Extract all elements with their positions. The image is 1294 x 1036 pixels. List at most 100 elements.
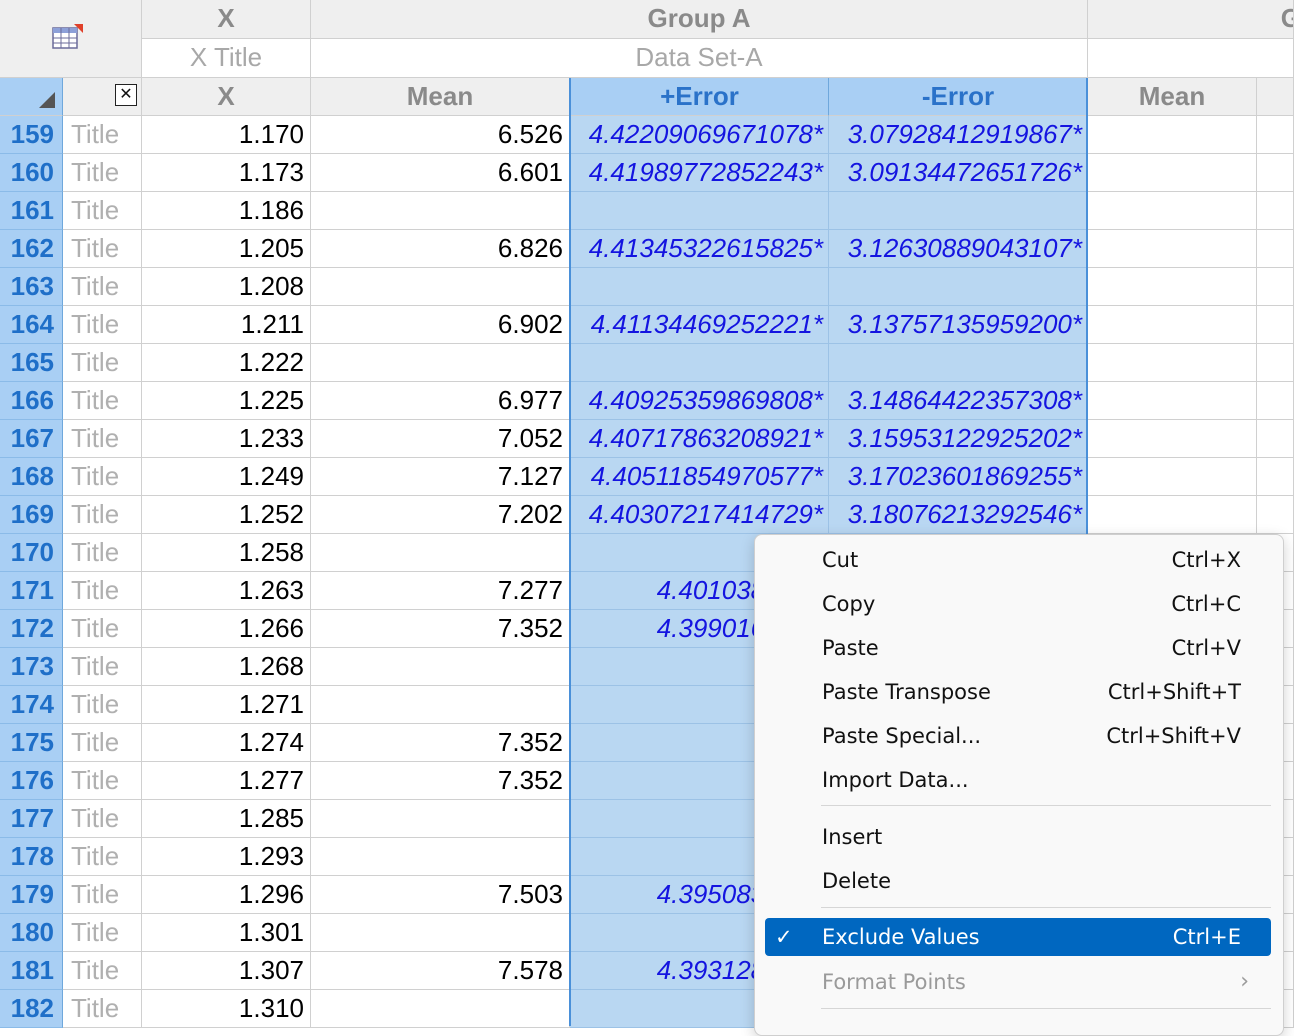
row-title[interactable]: Title bbox=[63, 800, 142, 838]
mean-value-cell[interactable] bbox=[311, 192, 570, 230]
minus-error-column-header[interactable]: -Error bbox=[829, 78, 1088, 116]
plus-error-cell[interactable] bbox=[570, 344, 829, 382]
title-column-header[interactable]: ✕ bbox=[63, 78, 142, 116]
row-number[interactable]: 172 bbox=[0, 610, 63, 648]
row-number[interactable]: 182 bbox=[0, 990, 63, 1028]
row-number[interactable]: 166 bbox=[0, 382, 63, 420]
row-number[interactable]: 165 bbox=[0, 344, 63, 382]
menu-item-copy[interactable]: Copy Ctrl+C bbox=[765, 584, 1271, 624]
row-title[interactable]: Title bbox=[63, 458, 142, 496]
x-value-cell[interactable]: 1.296 bbox=[142, 876, 311, 914]
next-group-header[interactable]: G bbox=[1088, 0, 1294, 39]
row-number[interactable]: 175 bbox=[0, 724, 63, 762]
x-value-cell[interactable]: 1.173 bbox=[142, 154, 311, 192]
plus-error-cell[interactable]: 4.40307217414729* bbox=[570, 496, 829, 534]
plus-error-cell[interactable]: 4.42209069671078* bbox=[570, 116, 829, 154]
mean-value-cell[interactable] bbox=[311, 914, 570, 952]
x-value-cell[interactable]: 1.208 bbox=[142, 268, 311, 306]
next-cell[interactable] bbox=[1257, 420, 1294, 458]
row-title[interactable]: Title bbox=[63, 648, 142, 686]
plus-error-cell[interactable]: 4.40717863208921* bbox=[570, 420, 829, 458]
minus-error-cell[interactable]: 3.12630889043107* bbox=[829, 230, 1088, 268]
x-value-cell[interactable]: 1.301 bbox=[142, 914, 311, 952]
menu-item-import-data[interactable]: Import Data... bbox=[765, 760, 1271, 800]
minus-error-cell[interactable] bbox=[829, 344, 1088, 382]
row-number[interactable]: 164 bbox=[0, 306, 63, 344]
next-mean-cell[interactable] bbox=[1088, 306, 1257, 344]
plus-error-cell[interactable] bbox=[570, 268, 829, 306]
minus-error-cell[interactable]: 3.14864422357308* bbox=[829, 382, 1088, 420]
mean-value-cell[interactable] bbox=[311, 838, 570, 876]
x-value-cell[interactable]: 1.252 bbox=[142, 496, 311, 534]
row-title[interactable]: Title bbox=[63, 686, 142, 724]
x-column-header[interactable]: X bbox=[142, 78, 311, 116]
x-value-cell[interactable]: 1.266 bbox=[142, 610, 311, 648]
x-value-cell[interactable]: 1.274 bbox=[142, 724, 311, 762]
group-a-subtitle[interactable]: Data Set-A bbox=[311, 39, 1088, 78]
row-number[interactable]: 178 bbox=[0, 838, 63, 876]
row-number[interactable]: 176 bbox=[0, 762, 63, 800]
next-mean-cell[interactable] bbox=[1088, 116, 1257, 154]
next-mean-cell[interactable] bbox=[1088, 192, 1257, 230]
next-cell[interactable] bbox=[1257, 496, 1294, 534]
x-value-cell[interactable]: 1.258 bbox=[142, 534, 311, 572]
x-value-cell[interactable]: 1.293 bbox=[142, 838, 311, 876]
minus-error-cell[interactable]: 3.09134472651726* bbox=[829, 154, 1088, 192]
next-cell[interactable] bbox=[1257, 382, 1294, 420]
row-number[interactable]: 173 bbox=[0, 648, 63, 686]
mean-value-cell[interactable]: 6.601 bbox=[311, 154, 570, 192]
x-value-cell[interactable]: 1.249 bbox=[142, 458, 311, 496]
row-number[interactable]: 169 bbox=[0, 496, 63, 534]
table-corner[interactable] bbox=[0, 0, 142, 78]
mean-value-cell[interactable] bbox=[311, 268, 570, 306]
row-number[interactable]: 161 bbox=[0, 192, 63, 230]
row-title[interactable]: Title bbox=[63, 306, 142, 344]
mean-value-cell[interactable]: 7.127 bbox=[311, 458, 570, 496]
row-number[interactable]: 177 bbox=[0, 800, 63, 838]
plus-error-column-header[interactable]: +Error bbox=[570, 78, 829, 116]
row-title[interactable]: Title bbox=[63, 534, 142, 572]
row-number[interactable]: 159 bbox=[0, 116, 63, 154]
minus-error-cell[interactable]: 3.07928412919867* bbox=[829, 116, 1088, 154]
row-number[interactable]: 168 bbox=[0, 458, 63, 496]
row-number[interactable]: 180 bbox=[0, 914, 63, 952]
x-value-cell[interactable]: 1.271 bbox=[142, 686, 311, 724]
mean-value-cell[interactable]: 7.277 bbox=[311, 572, 570, 610]
mean-value-cell[interactable] bbox=[311, 344, 570, 382]
minus-error-cell[interactable]: 3.15953122925202* bbox=[829, 420, 1088, 458]
mean-value-cell[interactable]: 6.826 bbox=[311, 230, 570, 268]
x-value-cell[interactable]: 1.268 bbox=[142, 648, 311, 686]
next-cell[interactable] bbox=[1257, 344, 1294, 382]
minus-error-cell[interactable] bbox=[829, 192, 1088, 230]
next-cell[interactable] bbox=[1257, 192, 1294, 230]
x-value-cell[interactable]: 1.233 bbox=[142, 420, 311, 458]
row-title[interactable]: Title bbox=[63, 952, 142, 990]
row-title[interactable]: Title bbox=[63, 914, 142, 952]
menu-item-exclude-values[interactable]: ✓ Exclude Values Ctrl+E bbox=[765, 918, 1271, 956]
row-title[interactable]: Title bbox=[63, 762, 142, 800]
mean-value-cell[interactable]: 7.352 bbox=[311, 762, 570, 800]
next-mean-cell[interactable] bbox=[1088, 382, 1257, 420]
row-number[interactable]: 170 bbox=[0, 534, 63, 572]
mean-value-cell[interactable]: 7.352 bbox=[311, 724, 570, 762]
x-value-cell[interactable]: 1.225 bbox=[142, 382, 311, 420]
x-value-cell[interactable]: 1.186 bbox=[142, 192, 311, 230]
x-value-cell[interactable]: 1.277 bbox=[142, 762, 311, 800]
row-title[interactable]: Title bbox=[63, 610, 142, 648]
row-number[interactable]: 179 bbox=[0, 876, 63, 914]
next-mean-cell[interactable] bbox=[1088, 420, 1257, 458]
mean-value-cell[interactable] bbox=[311, 686, 570, 724]
next-group-subtitle[interactable] bbox=[1088, 39, 1294, 78]
menu-item-insert[interactable]: Insert bbox=[765, 817, 1271, 857]
row-title[interactable]: Title bbox=[63, 268, 142, 306]
x-value-cell[interactable]: 1.222 bbox=[142, 344, 311, 382]
x-value-cell[interactable]: 1.285 bbox=[142, 800, 311, 838]
row-number[interactable]: 167 bbox=[0, 420, 63, 458]
mean-value-cell[interactable] bbox=[311, 534, 570, 572]
menu-item-paste-transpose[interactable]: Paste Transpose Ctrl+Shift+T bbox=[765, 672, 1271, 712]
next-mean-cell[interactable] bbox=[1088, 154, 1257, 192]
next-mean-column-header[interactable]: Mean bbox=[1088, 78, 1257, 116]
x-value-cell[interactable]: 1.205 bbox=[142, 230, 311, 268]
row-number[interactable]: 160 bbox=[0, 154, 63, 192]
mean-value-cell[interactable]: 7.352 bbox=[311, 610, 570, 648]
